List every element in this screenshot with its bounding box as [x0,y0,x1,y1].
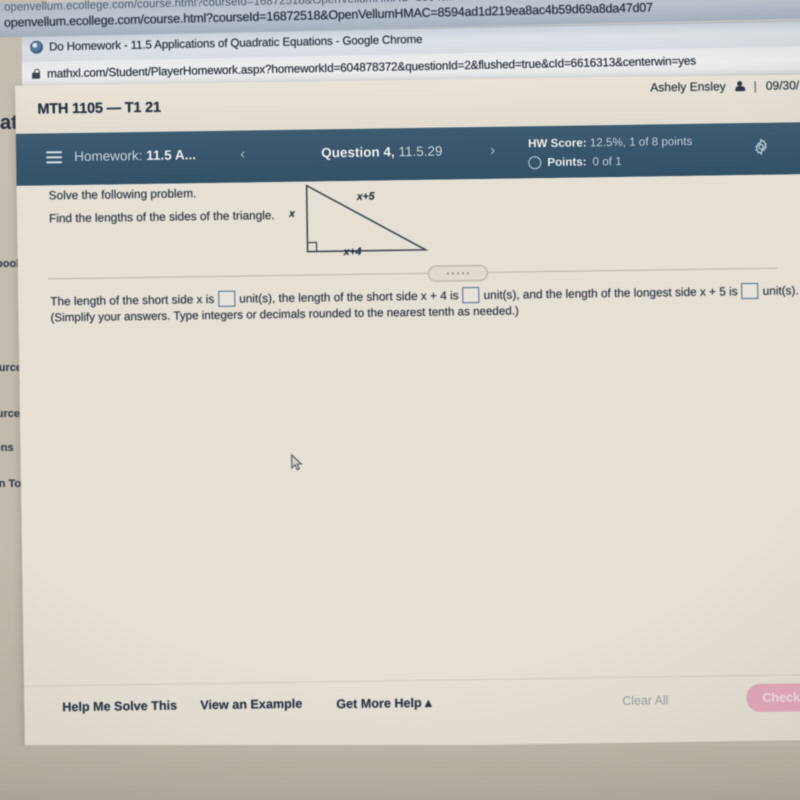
hw-score-value: 12.5%, 1 of 8 points [589,134,693,150]
menu-icon[interactable] [46,151,63,164]
prompt-line-2: Find the lengths of the sides of the tri… [48,208,275,226]
question-number: 11.5.29 [398,143,443,160]
triangle-figure: x x+5 x+4 [285,178,436,270]
user-block[interactable]: Ashely Ensley | 09/30/ [650,78,799,94]
help-me-solve-this-button[interactable]: Help Me Solve This [62,699,177,715]
mouse-cursor [291,453,304,472]
question-prefix: Question 4, [321,144,399,161]
hw-score-row: HW Score: 12.5%, 1 of 8 points [528,134,693,153]
points-row: Points: 0 of 1 [528,152,693,171]
next-question-button[interactable]: › [490,142,495,159]
homework-name: 11.5 A... [146,147,197,163]
score-block: HW Score: 12.5%, 1 of 8 points Points: 0… [528,134,693,171]
chrome-window-title: Do Homework - 11.5 Applications of Quadr… [48,32,423,54]
triangle-label-bottom: x+4 [343,245,362,259]
panel-divider [47,267,778,280]
answer-text-4: unit(s). [762,283,799,298]
answer-input-3[interactable] [741,282,759,300]
points-label: Points: [547,154,587,169]
get-more-help-button[interactable]: Get More Help ▴ [336,695,431,711]
answer-input-2[interactable] [462,287,480,304]
answer-text-3: unit(s), and the length of the longest s… [483,284,738,302]
course-title: MTH 1105 — T1 21 [37,99,161,118]
chrome-logo-icon [29,40,44,54]
clear-all-button[interactable]: Clear All [622,693,668,708]
previous-question-button[interactable]: ‹ [240,145,245,162]
prompt-line-1: Solve the following problem. [48,186,197,203]
answer-text-1: The length of the short side x is [50,291,215,309]
homework-prefix: Homework: [74,147,147,165]
mathxl-page: MTH 1105 — T1 21 Ashely Ensley | 09/30/ … [15,74,800,752]
view-an-example-button[interactable]: View an Example [200,697,302,713]
question-body: Solve the following problem. Find the le… [16,174,800,686]
answer-text-2: unit(s), the length of the short side x … [239,288,459,306]
points-circle-icon [528,156,542,170]
question-title: Question 4, 11.5.29 [321,144,443,161]
triangle-label-left: x [288,207,295,220]
answer-input-1[interactable] [218,290,236,307]
desk-bottom [0,745,800,800]
points-value: 0 of 1 [592,154,622,168]
screen-photo: openvellum.ecollege.com/course.html?cour… [0,0,800,800]
lock-icon [32,69,40,79]
help-toolbar: Help Me Solve This View an Example Get M… [24,674,800,752]
sidebar-item-solutions[interactable]: ons [0,442,14,454]
hw-score-label: HW Score: [527,136,587,151]
check-answer-button[interactable]: Check A [746,682,800,713]
header-separator: | [753,78,757,93]
user-name: Ashely Ensley [650,79,726,95]
triangle-label-hypotenuse: x+5 [356,190,375,203]
current-date: 09/30/ [765,78,800,93]
person-icon[interactable] [735,81,745,92]
divider-drag-handle[interactable] [427,264,489,282]
sidebar-item-resource-2[interactable]: ource [0,408,20,420]
homework-label[interactable]: Homework: 11.5 A... [74,147,196,164]
gear-icon[interactable] [752,138,770,156]
